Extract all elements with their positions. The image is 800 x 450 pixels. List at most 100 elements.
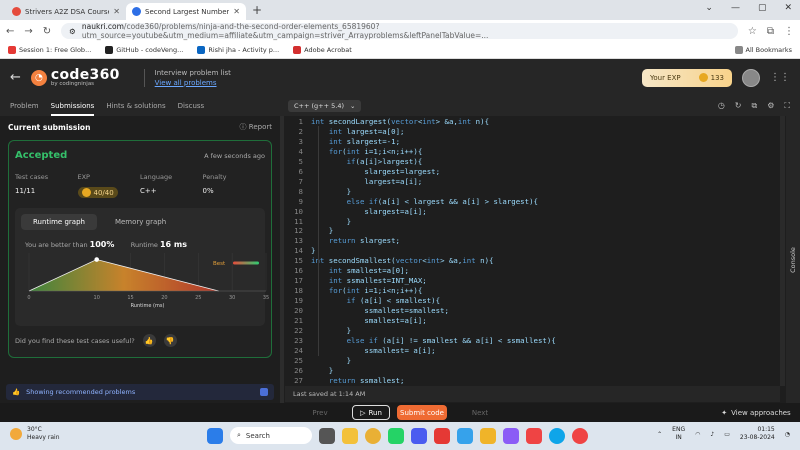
exp-badge[interactable]: Your EXP 133 bbox=[642, 68, 732, 87]
close-window-icon[interactable]: ✕ bbox=[784, 3, 792, 13]
code-line[interactable]: 25 } bbox=[285, 356, 783, 366]
thumbs-up-icon[interactable]: 👍 bbox=[142, 334, 156, 347]
browser-tab-striver[interactable]: Strivers A2Z DSA Course/Sheet ✕ bbox=[6, 3, 126, 20]
code-line[interactable]: 13 return slargest; bbox=[285, 236, 783, 246]
minimize-icon[interactable]: — bbox=[731, 3, 740, 13]
code-line[interactable]: 4 for(int i=1;i<n;i++){ bbox=[285, 147, 783, 157]
code-line[interactable]: 20 ssmallest=smallest; bbox=[285, 306, 783, 316]
tab-problem[interactable]: Problem bbox=[10, 102, 39, 110]
clock[interactable]: 01:15 23-08-2024 bbox=[740, 426, 775, 442]
code-line[interactable]: 19 if (a[i] < smallest){ bbox=[285, 296, 783, 306]
new-tab-button[interactable]: + bbox=[252, 3, 262, 17]
code-line[interactable]: 7 largest=a[i]; bbox=[285, 177, 783, 187]
file-explorer-icon[interactable] bbox=[342, 427, 358, 444]
forward-arrow-icon[interactable]: → bbox=[24, 26, 32, 37]
tab-submissions[interactable]: Submissions bbox=[50, 102, 95, 116]
code-line[interactable]: 8 } bbox=[285, 187, 783, 197]
recommended-problems-bar[interactable]: 👍 Showing recommended problems bbox=[6, 384, 274, 400]
star-icon[interactable]: ☆ bbox=[748, 26, 757, 37]
weather-widget[interactable]: 30°C Heavy rain bbox=[10, 426, 60, 442]
extensions-icon[interactable]: ⧉ bbox=[767, 26, 774, 37]
checkbox[interactable] bbox=[260, 388, 268, 396]
console-toggle[interactable]: Console bbox=[786, 116, 800, 403]
notification-icon[interactable]: ◔ bbox=[785, 431, 790, 438]
language-select[interactable]: C++ (g++ 5.4) ⌄ bbox=[288, 100, 362, 112]
site-info-icon[interactable]: ⚙ bbox=[69, 27, 76, 36]
chevron-down-icon[interactable]: ⌄ bbox=[705, 3, 713, 13]
chrome-icon[interactable] bbox=[572, 427, 588, 444]
settings-icon[interactable]: ⚙ bbox=[767, 101, 774, 111]
whatsapp-icon[interactable] bbox=[388, 427, 404, 444]
tab-runtime-graph[interactable]: Runtime graph bbox=[21, 214, 97, 230]
code-line[interactable]: 27 return ssmallest; bbox=[285, 376, 783, 386]
code-line[interactable]: 12 } bbox=[285, 226, 783, 236]
chevron-up-icon[interactable]: ⌃ bbox=[657, 431, 662, 438]
close-icon[interactable]: ✕ bbox=[233, 7, 240, 16]
code-line[interactable]: 14} bbox=[285, 246, 783, 256]
report-button[interactable]: ⓘ Report bbox=[240, 122, 272, 132]
battery-icon[interactable]: ▭ bbox=[724, 431, 730, 438]
app-icon[interactable] bbox=[526, 427, 542, 444]
thumbs-down-icon[interactable]: 👎 bbox=[163, 334, 177, 347]
code-line[interactable]: 26 } bbox=[285, 366, 783, 376]
code-line[interactable]: 18 for(int i=1;i<n;i++){ bbox=[285, 286, 783, 296]
run-button[interactable]: ▷ Run bbox=[352, 405, 390, 420]
code-line[interactable]: 5 if(a[i]>largest){ bbox=[285, 157, 783, 167]
code-line[interactable]: 17 int ssmallest=INT_MAX; bbox=[285, 276, 783, 286]
code-line[interactable]: 23 else if (a[i] != smallest && a[i] < s… bbox=[285, 336, 783, 346]
chrome-icon[interactable] bbox=[365, 427, 381, 444]
code-line[interactable]: 9 else if(a[i] < largest && a[i] > slarg… bbox=[285, 197, 783, 207]
view-approaches-button[interactable]: ✦ View approaches bbox=[716, 405, 796, 420]
wifi-icon[interactable]: ◠ bbox=[695, 431, 700, 438]
code-editor[interactable]: 1 int secondLargest(vector<int> &a,int n)… bbox=[285, 116, 783, 386]
app-icon[interactable] bbox=[434, 427, 450, 444]
submit-button[interactable]: Submit code bbox=[397, 405, 447, 420]
volume-icon[interactable]: ♪ bbox=[710, 431, 714, 438]
tab-memory-graph[interactable]: Memory graph bbox=[103, 214, 178, 230]
close-icon[interactable]: ✕ bbox=[113, 7, 120, 16]
prev-button[interactable]: Prev bbox=[305, 405, 335, 420]
code360-logo[interactable]: ◔ code360 by codingninjas bbox=[30, 68, 120, 88]
view-all-problems-link[interactable]: View all problems bbox=[155, 79, 231, 87]
code-line[interactable]: 22 } bbox=[285, 326, 783, 336]
reset-icon[interactable]: ↻ bbox=[735, 101, 742, 111]
app-icon[interactable] bbox=[457, 427, 473, 444]
tab-discuss[interactable]: Discuss bbox=[178, 102, 205, 110]
next-button[interactable]: Next bbox=[465, 405, 495, 420]
bookmark-item[interactable]: Rishi jha - Activity p... bbox=[197, 46, 279, 54]
code-line[interactable]: 3 int slargest=-1; bbox=[285, 137, 783, 147]
back-arrow-icon[interactable]: ← bbox=[6, 26, 14, 37]
code-line[interactable]: 1 int secondLargest(vector<int> &a,int n)… bbox=[285, 117, 783, 127]
code-line[interactable]: 24 ssmallest= a[i]; bbox=[285, 346, 783, 356]
fullscreen-icon[interactable]: ⛶ bbox=[784, 101, 790, 111]
app-icon[interactable] bbox=[411, 427, 427, 444]
code-line[interactable]: 16 int smallest=a[0]; bbox=[285, 266, 783, 276]
edge-icon[interactable] bbox=[549, 427, 565, 444]
app-icon[interactable] bbox=[480, 427, 496, 444]
menu-icon[interactable]: ⋮ bbox=[784, 26, 794, 37]
code-line[interactable]: 15 int secondSmallest(vector<int> &a,int … bbox=[285, 256, 783, 266]
copy-icon[interactable]: ⧉ bbox=[752, 101, 758, 111]
all-bookmarks[interactable]: All Bookmarks bbox=[734, 46, 792, 54]
app-icon[interactable] bbox=[503, 427, 519, 444]
language-indicator[interactable]: ENG IN bbox=[672, 426, 685, 442]
panel-divider[interactable] bbox=[280, 116, 284, 403]
editor-scrollbar[interactable] bbox=[780, 116, 785, 386]
task-view-icon[interactable] bbox=[319, 427, 335, 444]
avatar[interactable] bbox=[742, 68, 760, 87]
bookmark-item[interactable]: Session 1: Free Glob... bbox=[8, 46, 91, 54]
tab-hints[interactable]: Hints & solutions bbox=[106, 102, 165, 110]
maximize-icon[interactable]: ▢ bbox=[758, 3, 767, 13]
windows-start-icon[interactable] bbox=[207, 427, 223, 444]
back-arrow-icon[interactable]: ← bbox=[10, 70, 21, 85]
reload-icon[interactable]: ↻ bbox=[43, 26, 51, 37]
code-line[interactable]: 10 slargest=a[i]; bbox=[285, 207, 783, 217]
code-line[interactable]: 2 int largest=a[0]; bbox=[285, 127, 783, 137]
bookmark-item[interactable]: GitHub - codeVeng... bbox=[105, 46, 183, 54]
code-line[interactable]: 6 slargest=largest; bbox=[285, 167, 783, 177]
bookmark-item[interactable]: Adobe Acrobat bbox=[293, 46, 352, 54]
code-line[interactable]: 11 } bbox=[285, 217, 783, 227]
apps-grid-icon[interactable]: ⋮⋮ bbox=[770, 72, 790, 83]
taskbar-search[interactable]: ⌕ Search bbox=[230, 427, 312, 444]
code-line[interactable]: 21 smallest=a[i]; bbox=[285, 316, 783, 326]
